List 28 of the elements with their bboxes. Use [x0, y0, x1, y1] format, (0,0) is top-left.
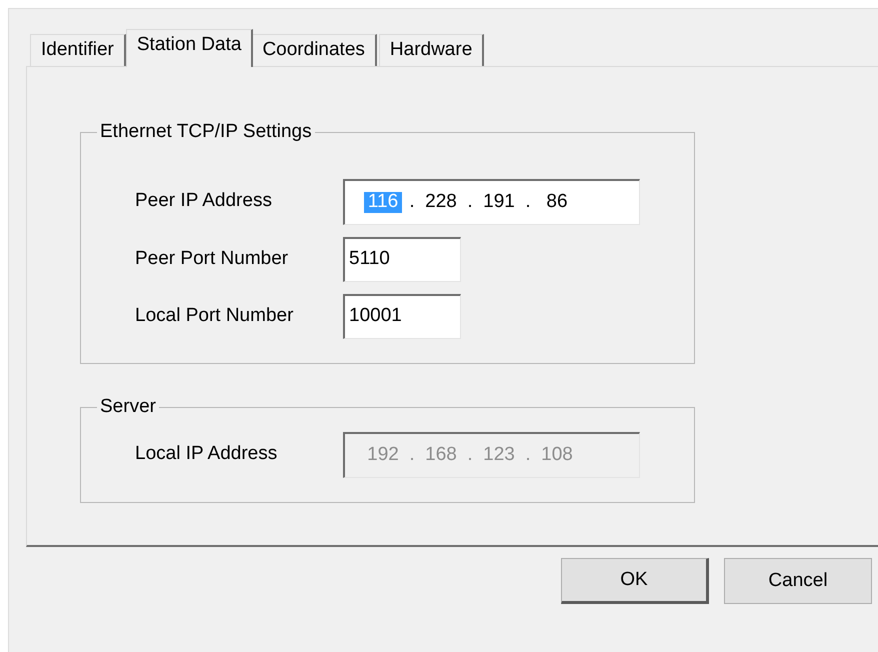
- dot-separator: .: [466, 190, 474, 214]
- ip-octet[interactable]: 86: [538, 192, 576, 213]
- dot-separator: .: [524, 444, 532, 467]
- input-field[interactable]: 10001: [343, 294, 461, 339]
- group-title: Server: [99, 396, 157, 418]
- ip-octet: 123: [482, 444, 516, 466]
- ip-octet: 108: [540, 444, 574, 466]
- ip-octet[interactable]: 191: [480, 192, 518, 213]
- dot-separator: .: [466, 444, 474, 467]
- dot-separator: .: [408, 444, 416, 467]
- ip-octet: 168: [424, 444, 458, 466]
- tab[interactable]: Hardware: [378, 34, 484, 66]
- tab[interactable]: Station Data: [126, 29, 254, 67]
- group-title: Ethernet TCP/IP Settings: [99, 122, 313, 143]
- dot-separator: .: [408, 190, 416, 214]
- field-label: Local Port Number: [135, 304, 294, 328]
- cancel-button[interactable]: Cancel: [724, 558, 872, 604]
- tab[interactable]: Coordinates: [251, 34, 377, 66]
- tab[interactable]: Identifier: [30, 34, 126, 66]
- ip-octet: 192: [366, 444, 400, 466]
- dot-separator: .: [524, 190, 532, 214]
- ip-address-field[interactable]: 116 . 228 . 191 . 86: [343, 178, 640, 225]
- ok-button[interactable]: OK: [561, 558, 709, 604]
- input-field[interactable]: 5110: [343, 236, 461, 282]
- field-label: Local IP Address: [135, 443, 278, 466]
- field-label: Peer IP Address: [135, 190, 273, 214]
- field-label: Peer Port Number: [135, 248, 290, 271]
- ip-octet[interactable]: 228: [422, 192, 460, 213]
